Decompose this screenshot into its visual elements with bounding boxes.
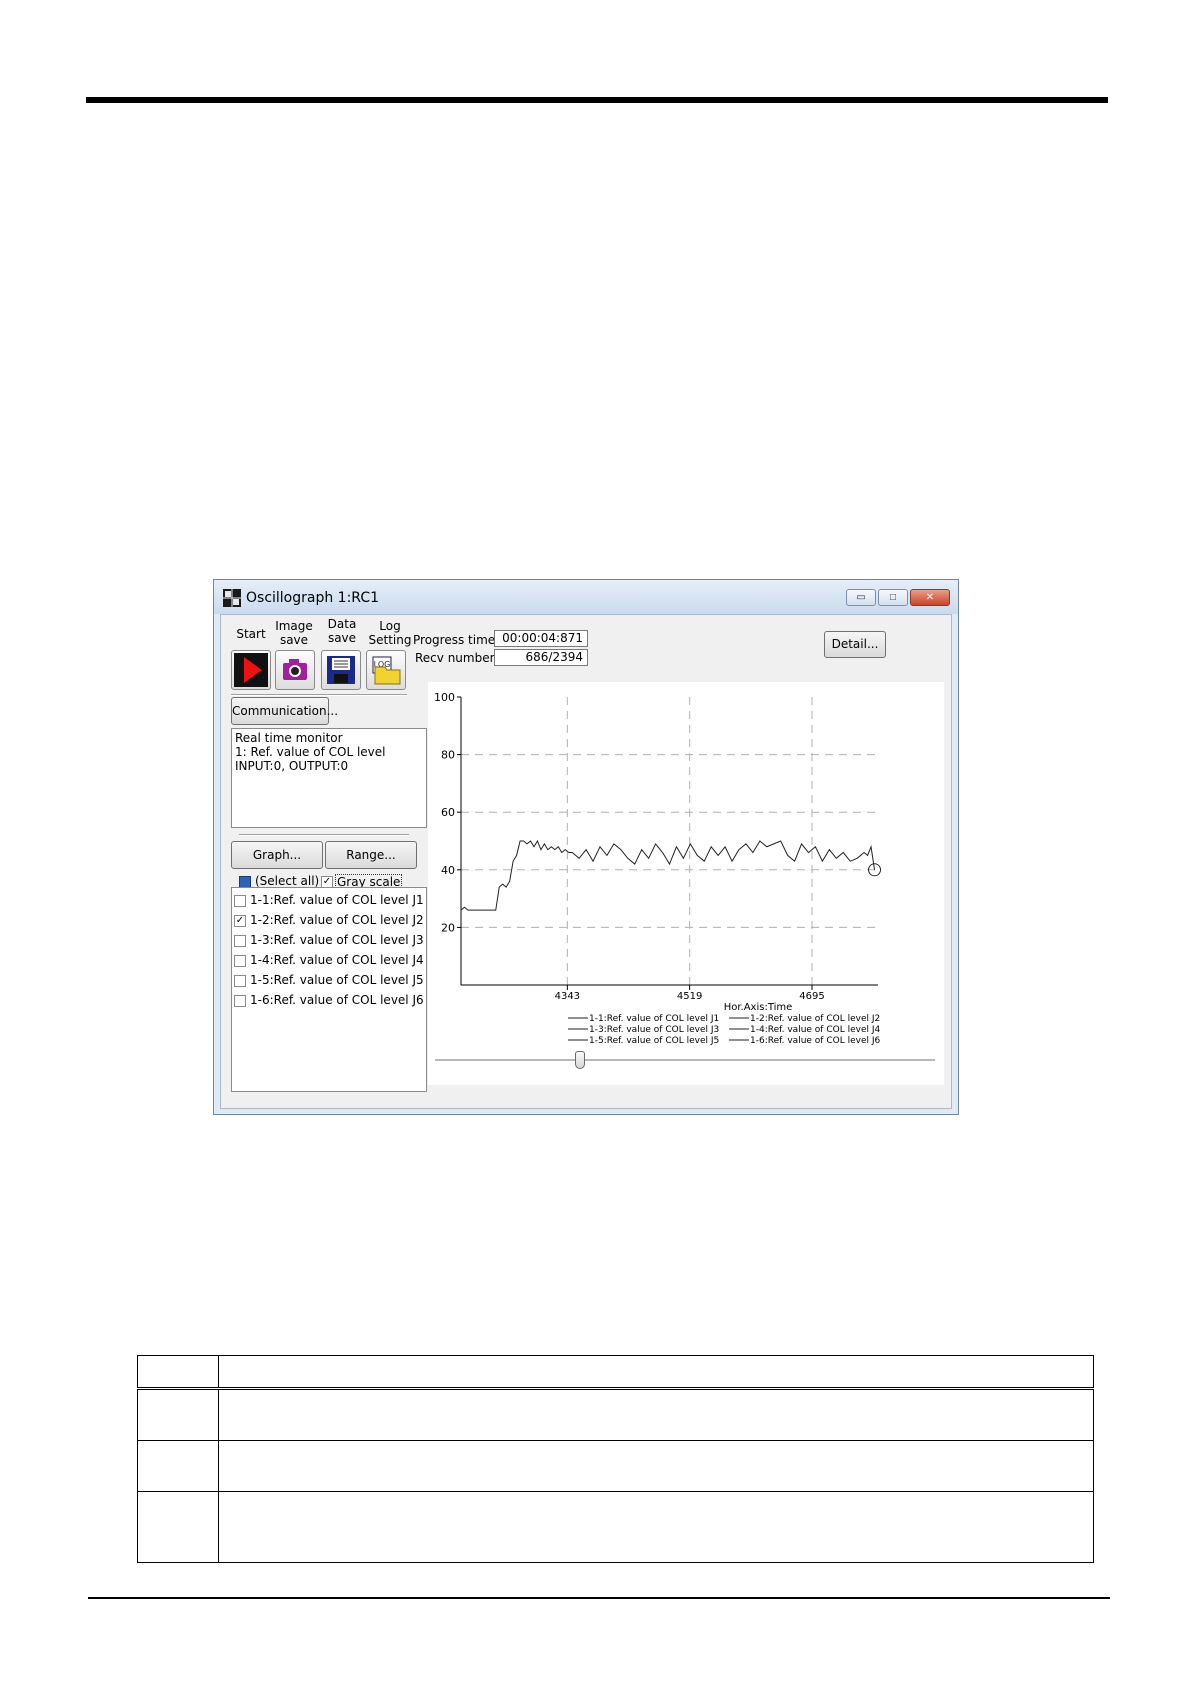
image-save-button[interactable] [275, 650, 315, 690]
table-cell [218, 1491, 1094, 1563]
recv-number-label: Recv number: [415, 651, 499, 665]
toolbar-separator [231, 694, 407, 696]
log-setting-label: Log Setting [368, 619, 412, 647]
signal-label-4: 1-4:Ref. value of COL level J4 [250, 953, 424, 967]
oscillograph-app-icon [223, 589, 241, 607]
description-table [137, 1355, 1094, 1563]
legend-entry: 1-5:Ref. value of COL level J5 [589, 1036, 719, 1046]
y-tick-label: 40 [441, 864, 455, 877]
table-row [137, 1440, 1094, 1492]
table-cell [218, 1388, 1094, 1441]
data-save-button[interactable] [321, 650, 361, 690]
recv-number-field: 686/2394 [494, 649, 588, 666]
monitor-line: Real time monitor [235, 731, 343, 745]
log-setting-button[interactable]: LOG [366, 650, 406, 690]
progress-time-field: 00:00:04:871 [494, 630, 588, 647]
start-label: Start [236, 627, 266, 641]
range-button[interactable]: Range... [325, 841, 417, 869]
signal-checkbox-4[interactable] [234, 955, 246, 967]
table-cell [218, 1440, 1094, 1492]
panel-separator [239, 834, 409, 836]
close-button[interactable]: ✕ [910, 589, 950, 606]
table-cell [137, 1440, 219, 1492]
signal-checkbox-3[interactable] [234, 935, 246, 947]
table-row [137, 1388, 1094, 1441]
signal-row-5[interactable]: 1-5:Ref. value of COL level J5 [234, 972, 424, 990]
log-folder-icon: LOG [372, 656, 401, 685]
signal-checkbox-6[interactable] [234, 995, 246, 1007]
signal-row-3[interactable]: 1-3:Ref. value of COL level J3 [234, 932, 424, 950]
series-line [460, 839, 876, 911]
header-rule [86, 97, 1108, 103]
footer-rule [88, 1597, 1110, 1599]
signal-row-4[interactable]: 1-4:Ref. value of COL level J4 [234, 952, 424, 970]
minimize-button[interactable]: ▭ [846, 589, 876, 606]
y-tick-label: 80 [441, 749, 455, 762]
signal-row-6[interactable]: 1-6:Ref. value of COL level J6 [234, 992, 424, 1010]
x-tick-label: 4519 [677, 991, 702, 1002]
camera-icon [283, 659, 307, 680]
plot-area: 100 80 60 40 20 4343 4519 4695 Hor.Axis:Time 1-1:… [428, 682, 944, 1085]
window-title: Oscillograph 1:RC1 [246, 590, 380, 606]
signal-checkbox-2[interactable]: ✓ [234, 915, 246, 927]
select-all-label[interactable]: (Select all) [255, 874, 319, 888]
real-time-monitor-box: Real time monitor 1: Ref. value of COL l… [231, 728, 427, 828]
table-cell [137, 1491, 219, 1563]
legend-entry: 1-3:Ref. value of COL level J3 [589, 1025, 719, 1035]
time-slider-thumb[interactable] [575, 1051, 585, 1069]
play-icon [234, 653, 268, 687]
x-tick-label: 4695 [799, 991, 824, 1002]
signal-checkbox-1[interactable] [234, 895, 246, 907]
oscillograph-chart[interactable]: 100 80 60 40 20 4343 4519 4695 Hor.Axis:Time 1-1:… [428, 682, 944, 1085]
y-tick-label: 60 [441, 806, 455, 819]
start-button[interactable] [231, 650, 271, 690]
signal-label-6: 1-6:Ref. value of COL level J6 [250, 993, 424, 1007]
x-tick-label: 4343 [555, 991, 580, 1002]
signal-row-1[interactable]: 1-1:Ref. value of COL level J1 [234, 892, 424, 910]
legend-entry: 1-4:Ref. value of COL level J4 [750, 1025, 880, 1035]
monitor-line: 1: Ref. value of COL level [235, 745, 386, 759]
table-cell [137, 1355, 219, 1390]
table-cell [137, 1388, 219, 1441]
client-area: Start Image save Data save Log Setting L… [220, 614, 952, 1109]
detail-button[interactable]: Detail... [824, 631, 886, 658]
signal-label-2: 1-2:Ref. value of COL level J2 [250, 913, 424, 927]
legend-entry: 1-1:Ref. value of COL level J1 [589, 1014, 719, 1024]
signal-label-1: 1-1:Ref. value of COL level J1 [250, 893, 424, 907]
oscillograph-window: Oscillograph 1:RC1 ▭ □ ✕ Start Image save… [213, 579, 959, 1115]
signal-row-2[interactable]: ✓ 1-2:Ref. value of COL level J2 [234, 912, 424, 930]
legend-entry: 1-2:Ref. value of COL level J2 [750, 1014, 880, 1024]
signal-list: 1-1:Ref. value of COL level J1 ✓ 1-2:Ref… [231, 887, 427, 1092]
data-save-label: Data save [327, 617, 357, 645]
signal-label-5: 1-5:Ref. value of COL level J5 [250, 973, 424, 987]
x-axis-label: Hor.Axis:Time [724, 1002, 793, 1013]
signal-checkbox-5[interactable] [234, 975, 246, 987]
title-bar[interactable]: Oscillograph 1:RC1 ▭ □ ✕ [214, 580, 958, 614]
legend-entry: 1-6:Ref. value of COL level J6 [750, 1036, 880, 1046]
progress-time-label: Progress time: [413, 633, 500, 647]
table-row [137, 1491, 1094, 1563]
image-save-label: Image save [275, 619, 313, 647]
floppy-disk-icon [327, 656, 355, 684]
graph-button[interactable]: Graph... [231, 841, 323, 869]
monitor-line: INPUT:0, OUTPUT:0 [235, 759, 349, 773]
signal-label-3: 1-3:Ref. value of COL level J3 [250, 933, 424, 947]
maximize-button[interactable]: □ [878, 589, 908, 606]
table-cell [218, 1355, 1094, 1390]
communication-button[interactable]: Communication... [231, 697, 338, 725]
y-tick-label: 20 [441, 921, 455, 934]
y-tick-label: 100 [434, 691, 455, 704]
table-header-row [137, 1355, 1094, 1390]
time-slider-track[interactable] [435, 1059, 935, 1061]
